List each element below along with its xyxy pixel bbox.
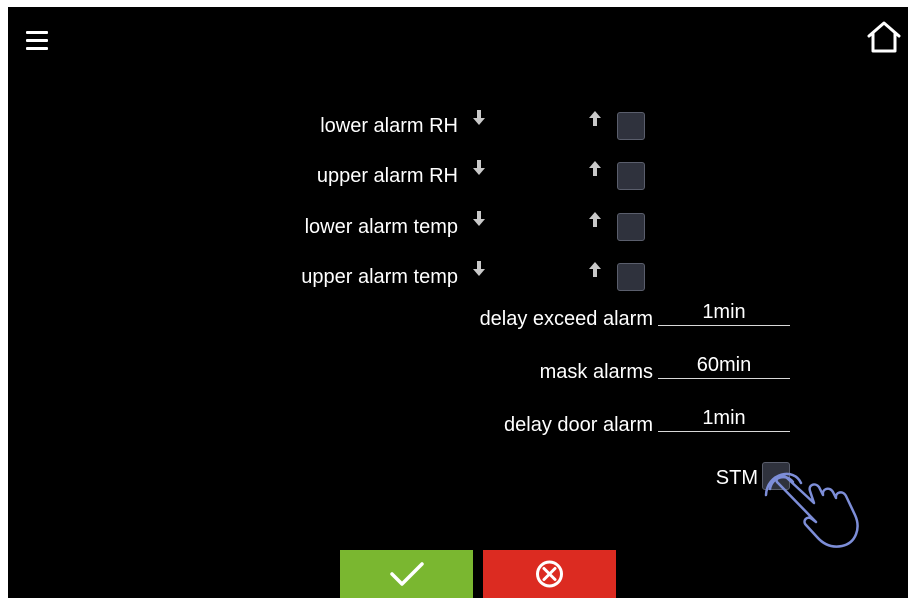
delay-door-alarm-field[interactable]: 1min bbox=[658, 407, 790, 432]
stm-label: STM bbox=[715, 467, 758, 489]
lower-alarm-temp-checkbox[interactable] bbox=[617, 213, 645, 241]
hamburger-menu-icon bbox=[26, 31, 48, 34]
cancel-button[interactable] bbox=[483, 550, 616, 598]
hamburger-line bbox=[26, 39, 48, 42]
arrow-up-icon[interactable] bbox=[588, 110, 602, 126]
delay-door-alarm-label: delay door alarm bbox=[504, 414, 653, 436]
arrow-up-icon[interactable] bbox=[588, 160, 602, 176]
mask-alarms-label: mask alarms bbox=[539, 361, 653, 383]
lower-alarm-rh-checkbox[interactable] bbox=[617, 112, 645, 140]
checkmark-icon bbox=[390, 562, 424, 586]
home-button[interactable] bbox=[866, 19, 902, 55]
alarm-settings-screen: lower alarm RH upper alarm RH lower alar… bbox=[8, 7, 908, 598]
pointing-hand-icon bbox=[764, 472, 859, 548]
upper-alarm-temp-checkbox[interactable] bbox=[617, 263, 645, 291]
lower-alarm-temp-label: lower alarm temp bbox=[304, 216, 458, 238]
cancel-x-circle-icon bbox=[536, 560, 563, 588]
upper-alarm-rh-checkbox[interactable] bbox=[617, 162, 645, 190]
upper-alarm-rh-label: upper alarm RH bbox=[316, 165, 458, 187]
arrow-up-icon[interactable] bbox=[588, 211, 602, 227]
arrow-down-icon[interactable] bbox=[472, 110, 486, 126]
upper-alarm-temp-label: upper alarm temp bbox=[301, 266, 458, 288]
arrow-up-icon[interactable] bbox=[588, 261, 602, 277]
arrow-down-icon[interactable] bbox=[472, 211, 486, 227]
mask-alarms-field[interactable]: 60min bbox=[658, 354, 790, 379]
delay-exceed-alarm-label: delay exceed alarm bbox=[479, 308, 653, 330]
hamburger-line bbox=[26, 47, 48, 50]
arrow-down-icon[interactable] bbox=[472, 160, 486, 176]
home-icon bbox=[867, 21, 901, 53]
delay-exceed-alarm-field[interactable]: 1min bbox=[658, 301, 790, 326]
menu-button[interactable] bbox=[22, 25, 52, 55]
lower-alarm-rh-label: lower alarm RH bbox=[320, 115, 458, 137]
confirm-button[interactable] bbox=[340, 550, 473, 598]
arrow-down-icon[interactable] bbox=[472, 261, 486, 277]
